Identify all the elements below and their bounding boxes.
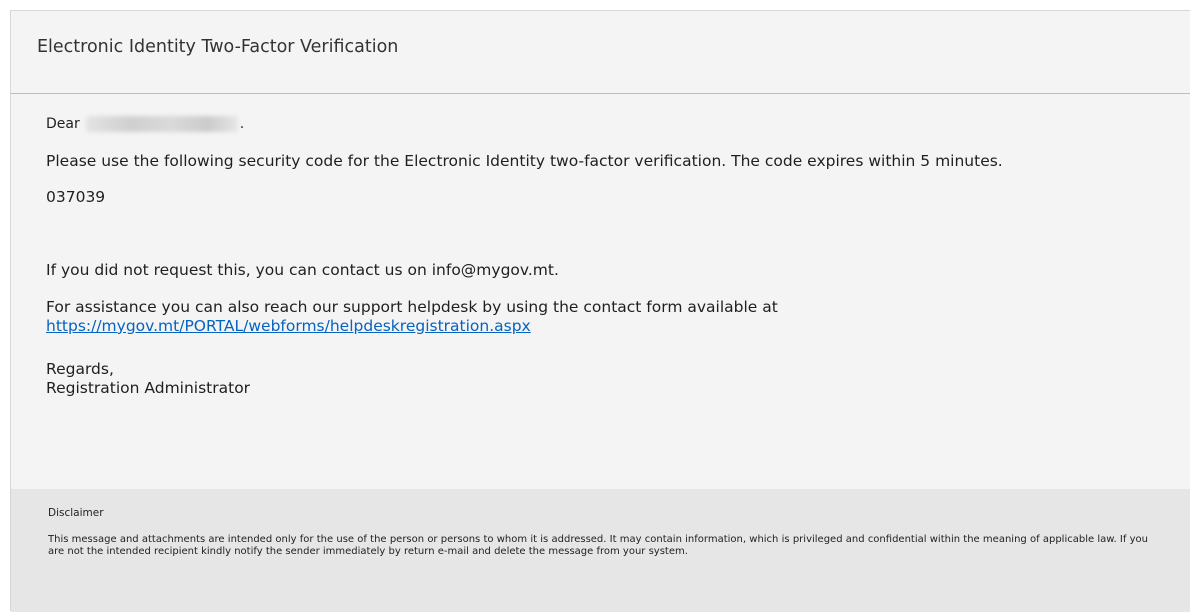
disclaimer-section: Disclaimer This message and attachments … — [11, 489, 1190, 612]
email-message: Electronic Identity Two-Factor Verificat… — [10, 10, 1190, 612]
email-title: Electronic Identity Two-Factor Verificat… — [37, 37, 399, 57]
greeting-punctuation: . — [239, 115, 245, 132]
security-code: 037039 — [46, 188, 106, 206]
redacted-recipient-name — [85, 116, 238, 132]
contact-text: If you did not request this, you can con… — [46, 261, 559, 279]
helpdesk-link[interactable]: https://mygov.mt/PORTAL/webforms/helpdes… — [46, 317, 531, 335]
assistance-paragraph: For assistance you can also reach our su… — [46, 298, 1160, 336]
disclaimer-text: This message and attachments are intende… — [48, 533, 1148, 558]
disclaimer-title: Disclaimer — [48, 507, 104, 519]
email-header: Electronic Identity Two-Factor Verificat… — [11, 11, 1190, 94]
greeting-text: Dear — [46, 115, 80, 132]
greeting-line: Dear . — [46, 114, 1160, 134]
signature-block: Regards, Registration Administrator — [46, 360, 1160, 398]
email-body: Dear . Please use the following security… — [11, 94, 1190, 398]
signature-text: Registration Administrator — [46, 379, 251, 397]
closing-text: Regards, — [46, 360, 114, 378]
assistance-text: For assistance you can also reach our su… — [46, 298, 778, 316]
instruction-text: Please use the following security code f… — [46, 152, 1003, 170]
